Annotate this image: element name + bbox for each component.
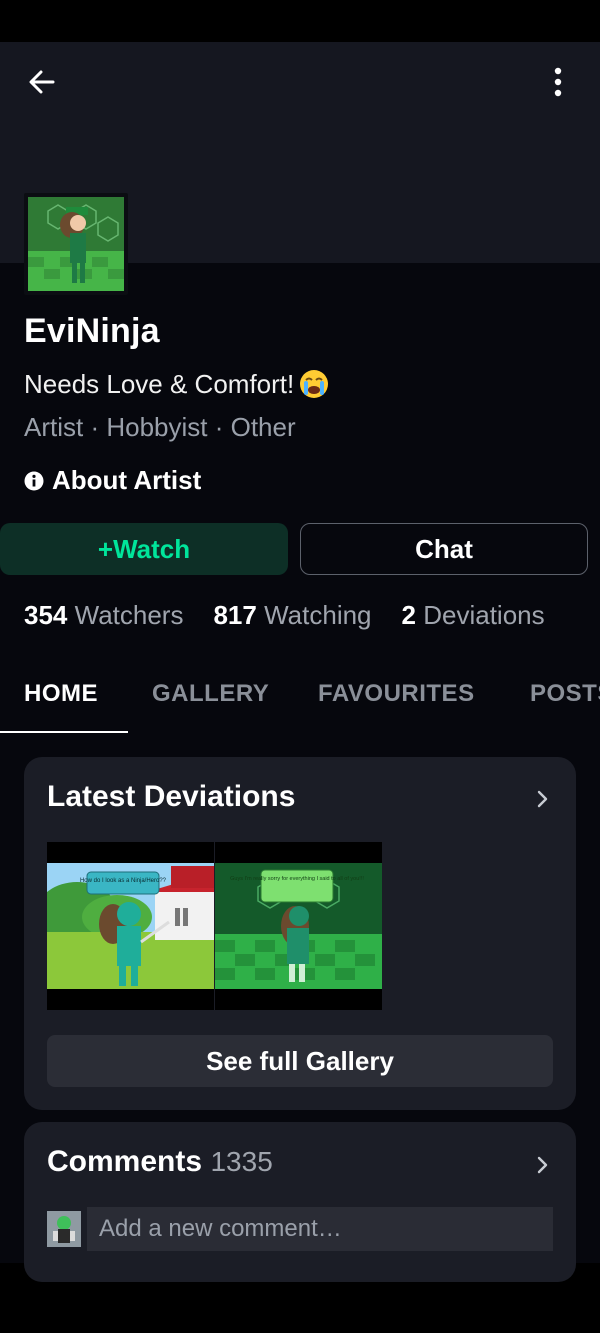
deviations-stat[interactable]: 2 Deviations	[402, 600, 545, 631]
avatar[interactable]	[24, 193, 128, 295]
chat-button[interactable]: Chat	[300, 523, 588, 575]
tab-posts[interactable]: POSTS	[530, 680, 600, 734]
watchers-stat[interactable]: 354 Watchers	[24, 600, 183, 631]
see-full-gallery-button[interactable]: See full Gallery	[47, 1035, 553, 1087]
user-avatar	[47, 1211, 81, 1247]
watch-button[interactable]: +Watch	[0, 523, 288, 575]
tab-gallery[interactable]: GALLERY	[152, 680, 269, 734]
deviations-label: Deviations	[423, 600, 545, 630]
comment-input[interactable]	[87, 1207, 553, 1251]
about-artist-label: About Artist	[52, 465, 202, 495]
arrow-left-icon	[29, 70, 55, 94]
chevron-right-icon[interactable]	[536, 789, 550, 809]
tab-home[interactable]: HOME	[24, 680, 98, 734]
watching-count: 817	[213, 600, 257, 630]
chevron-right-icon[interactable]	[536, 1155, 550, 1175]
status-bar	[0, 0, 600, 42]
tagline-text: Needs Love & Comfort!	[24, 368, 295, 399]
info-icon	[24, 471, 44, 490]
comments-count: 1335	[210, 1146, 273, 1177]
deviation-thumbnail[interactable]: How do I look as a Ninja/Hero??	[37, 842, 214, 1010]
back-button[interactable]	[22, 62, 62, 102]
watching-stat[interactable]: 817 Watching	[213, 600, 371, 631]
username: EviNinja	[24, 312, 160, 350]
avatar-image	[28, 197, 124, 291]
thumbnail-caption: Guys I'm really sorry for everything I s…	[230, 876, 364, 882]
profile-tabs: HOME GALLERY FAVOURITES POSTS	[0, 680, 600, 734]
watchers-label: Watchers	[74, 600, 184, 630]
deviation-image: Guys I'm really sorry for everything I s…	[215, 842, 382, 1010]
profile-stats: 354 Watchers 817 Watching 2 Deviations	[24, 600, 545, 631]
deviation-thumbnail[interactable]: Guys I'm really sorry for everything I s…	[215, 842, 382, 1010]
deviations-count: 2	[401, 600, 416, 630]
more-options-button[interactable]	[538, 62, 578, 102]
thumbnail-caption: How do I look as a Ninja/Hero??	[80, 878, 167, 884]
active-tab-indicator	[0, 731, 128, 733]
artist-roles: Artist · Hobbyist · Other	[24, 412, 296, 442]
tab-favourites[interactable]: FAVOURITES	[318, 680, 475, 734]
comments-header[interactable]: Comments 1335	[47, 1145, 273, 1179]
about-artist-link[interactable]: About Artist	[24, 465, 201, 496]
latest-deviations-title[interactable]: Latest Deviations	[47, 780, 295, 814]
comments-title: Comments	[47, 1145, 203, 1178]
crying-face-emoji-icon	[300, 370, 329, 398]
more-vertical-icon	[554, 67, 562, 97]
deviation-image: How do I look as a Ninja/Hero??	[37, 842, 214, 1010]
watching-label: Watching	[264, 600, 372, 630]
tagline: Needs Love & Comfort!	[24, 368, 330, 400]
watchers-count: 354	[24, 600, 68, 630]
